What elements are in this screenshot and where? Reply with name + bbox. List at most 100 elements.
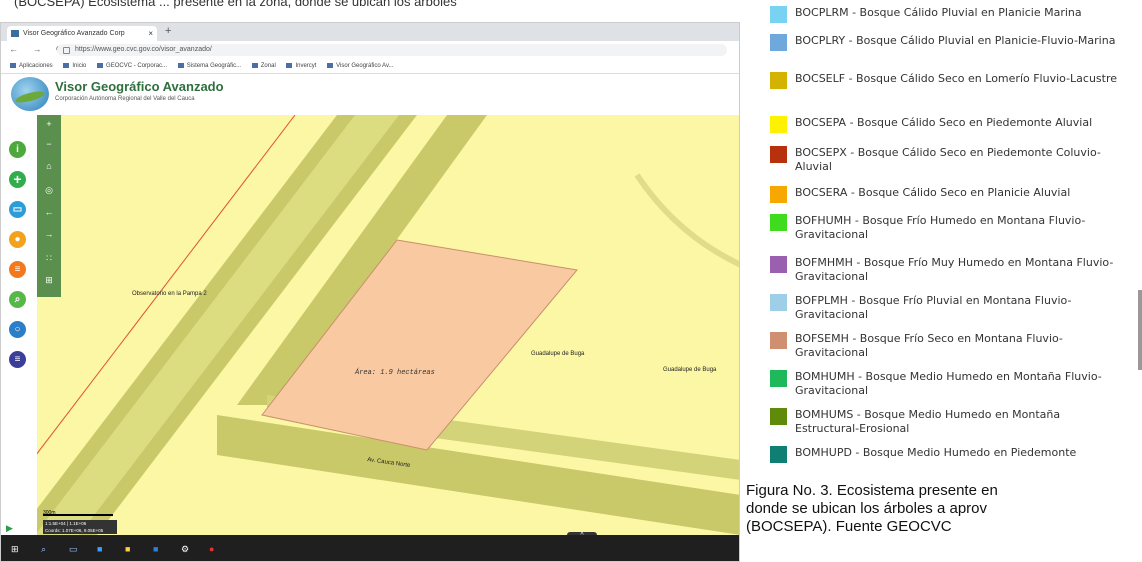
browser-tab[interactable]: Visor Geográfico Avanzado Corp × [7, 26, 157, 41]
legend-swatch [770, 256, 787, 273]
legend-swatch [770, 146, 787, 163]
caption-line: (BOCSEPA). Fuente GEOCVC [746, 518, 952, 535]
figure-caption: Figura No. 3. Ecosistema presente en don… [746, 482, 1142, 536]
coordinate-text-2: Coords: 1.07E+06, 9.05E+05 [45, 528, 104, 533]
bookmark-icon [97, 62, 104, 68]
legend-label: BOFHUMH - Bosque Frío Humedo en Montana … [795, 214, 1086, 241]
legend-scrollbar[interactable] [1138, 290, 1142, 370]
list-icon[interactable]: ≡ [9, 261, 26, 278]
info-icon[interactable]: i [9, 141, 26, 158]
caption-line: Figura No. 3. Ecosistema presente en [746, 482, 998, 499]
tab-close-icon[interactable]: × [148, 26, 153, 41]
legend-swatch [770, 186, 787, 203]
bookmarks-bar: Aplicaciones Inicio GEOCVC - Corporac...… [1, 59, 739, 74]
site-favicon-icon [11, 30, 19, 37]
settings-icon[interactable]: ⚙ [181, 544, 189, 555]
legend-label: BOMHUMS - Bosque Medio Humedo en Montaña… [795, 408, 1061, 435]
app-subtitle: Corporación Autónoma Regional del Valle … [55, 96, 195, 102]
legend-label: BOMHUMH - Bosque Medio Humedo en Montaña… [795, 370, 1102, 397]
app-title: Visor Geográfico Avanzado [55, 79, 224, 94]
app-header: Visor Geográfico Avanzado Corporación Au… [1, 74, 739, 114]
locate-icon[interactable]: ◎ [37, 185, 61, 196]
grid-icon[interactable]: ∷ [37, 253, 61, 264]
folder-icon[interactable]: ■ [125, 544, 130, 554]
caption-line: donde se ubican los árboles a aprov [746, 500, 987, 517]
browser-screenshot: Visor Geográfico Avanzado Corp × + ← → ⟳… [0, 22, 740, 562]
coordinate-text: 1:1.5E+04 | 1.1E+06 [45, 521, 87, 526]
legend-swatch [770, 294, 787, 311]
legend-swatch [770, 332, 787, 349]
taskview-icon[interactable]: ▭ [69, 544, 78, 555]
bookmark-item[interactable]: Inicio [63, 59, 86, 73]
search-taskbar-icon[interactable]: ⌕ [41, 544, 46, 555]
bookmark-icon [10, 62, 16, 68]
tab-title: Visor Geográfico Avanzado Corp [23, 30, 125, 37]
tool-sidebar: i + ▭ ● ≡ ⌕ ○ ≡ [1, 115, 37, 535]
back-arrow-icon[interactable]: ← [37, 207, 61, 217]
windows-start-icon[interactable]: ⊞ [11, 544, 19, 555]
search-icon[interactable]: ⌕ [9, 291, 26, 308]
legend-swatch [770, 370, 787, 387]
address-bar-row: ← → ⟳ ⌂ https://www.geo.cvc.gov.co/visor… [1, 41, 739, 59]
location-pin-icon[interactable]: ● [9, 231, 26, 248]
bookmark-icon [286, 62, 293, 68]
bookmark-icon [251, 62, 258, 68]
bookmark-icon [327, 62, 334, 68]
measure-icon[interactable]: ▭ [9, 201, 26, 218]
document-top-text-fragment: (BOCSEPA) Ecosistema ... presente en la … [0, 0, 740, 22]
play-icon[interactable]: ▶ [6, 523, 13, 534]
home-icon[interactable]: ⌂ [37, 161, 61, 171]
legend-swatch [770, 72, 787, 89]
zoom-out-button[interactable]: − [37, 139, 61, 149]
legend-swatch [770, 116, 787, 133]
lock-icon [63, 47, 70, 54]
bookmark-item[interactable]: GEOCVC - Corporac... [97, 59, 167, 73]
explorer-icon[interactable]: ■ [97, 544, 102, 554]
legend-swatch [770, 6, 787, 23]
legend-swatch [770, 408, 787, 425]
place-label-left: Observatorio en la Pampa 2 [132, 291, 207, 297]
windows-taskbar: ⊞ ⌕ ▭ ■ ■ ■ ⚙ ● [1, 535, 739, 561]
mail-icon[interactable]: ■ [153, 544, 158, 554]
bookmark-icon [177, 62, 184, 68]
legend-swatch [770, 446, 787, 463]
place-label-center: Guadalupe de Buga [531, 351, 585, 357]
menu-icon[interactable]: ≡ [9, 351, 26, 368]
scale-bar [43, 514, 113, 516]
cvc-logo-icon [11, 77, 49, 111]
chrome-icon[interactable]: ● [209, 544, 214, 554]
legend-label: BOCSELF - Bosque Cálido Seco en Lomerío … [795, 72, 1118, 85]
url-field[interactable]: https://www.geo.cvc.gov.co/visor_avanzad… [57, 44, 727, 56]
map-graphics [37, 115, 739, 535]
bookmark-icon [63, 62, 70, 68]
legend-label: BOFSEMH - Bosque Frío Seco en Montana Fl… [795, 332, 1063, 359]
document-top-text: (BOCSEPA) Ecosistema ... presente en la … [14, 0, 457, 9]
browser-tabbar: Visor Geográfico Avanzado Corp × + [1, 23, 739, 41]
place-label-right: Guadalupe de Buga [663, 367, 717, 373]
road-curve [634, 173, 739, 268]
legend-label: BOCSEPX - Bosque Cálido Seco en Piedemon… [795, 146, 1101, 173]
legend-label: BOFPLMH - Bosque Frío Pluvial en Montana… [795, 294, 1072, 321]
zoom-in-button[interactable]: + [37, 119, 61, 129]
legend-label: BOMHUPD - Bosque Medio Humedo en Piedemo… [795, 446, 1077, 459]
legend-label: BOCPLRY - Bosque Cálido Pluvial en Plani… [795, 34, 1116, 47]
layers-icon[interactable]: ⊞ [37, 275, 61, 286]
bookmark-item[interactable]: Sistema Geográfic... [177, 59, 241, 73]
legend-label: BOCSERA - Bosque Cálido Seco en Planicie… [795, 186, 1071, 199]
legend-swatch [770, 34, 787, 51]
bookmark-item[interactable]: Aplicaciones [10, 59, 53, 73]
area-label: Área: 1.9 hectáreas [355, 369, 435, 377]
forward-arrow-icon[interactable]: → [37, 229, 61, 239]
new-tab-button[interactable]: + [165, 25, 171, 37]
bookmark-item[interactable]: Visor Geográfico Av... [327, 59, 394, 73]
map-nav-toolbar: + − ⌂ ◎ ← → ∷ ⊞ [37, 115, 61, 297]
bookmark-item[interactable]: Zonal [251, 59, 276, 73]
legend-label: BOCPLRM - Bosque Cálido Pluvial en Plani… [795, 6, 1082, 19]
bookmark-item[interactable]: Invercyt [286, 59, 316, 73]
chat-icon[interactable]: ○ [9, 321, 26, 338]
add-layer-icon[interactable]: + [9, 171, 26, 188]
map-canvas[interactable]: Observatorio en la Pampa 2 Guadalupe de … [37, 115, 739, 535]
coordinate-readout: 1:1.5E+04 | 1.1E+06 Coords: 1.07E+06, 9.… [43, 520, 117, 534]
legend-label: BOFMHMH - Bosque Frío Muy Humedo en Mont… [795, 256, 1114, 283]
legend-swatch [770, 214, 787, 231]
